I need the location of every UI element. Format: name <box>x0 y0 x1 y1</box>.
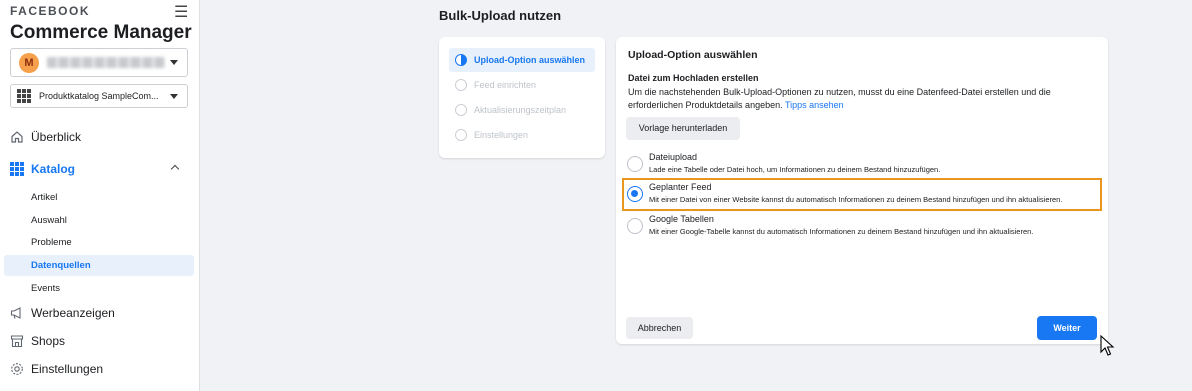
shop-icon <box>10 335 24 348</box>
nav-ads-label: Werbeanzeigen <box>31 306 115 320</box>
catalog-icon <box>10 162 24 176</box>
chevron-up-icon[interactable] <box>170 164 180 174</box>
step-circle-icon <box>455 79 467 91</box>
tips-link[interactable]: Tipps ansehen <box>785 100 844 110</box>
nav-catalog[interactable]: Katalog <box>10 158 75 180</box>
step-label: Aktualisierungszeitplan <box>474 105 567 115</box>
option-file-upload[interactable]: Dateiupload Lade eine Tabelle oder Datei… <box>627 150 1097 178</box>
nav-settings[interactable]: Einstellungen <box>10 358 103 380</box>
step-circle-icon <box>455 129 467 141</box>
nav-ads[interactable]: Werbeanzeigen <box>10 302 115 324</box>
catalog-name: Produktkatalog SampleCom... <box>39 91 159 101</box>
sidebar-item-artikel[interactable]: Artikel <box>4 187 194 208</box>
app-title: Commerce Manager <box>10 22 192 43</box>
step-label: Einstellungen <box>474 130 529 140</box>
megaphone-icon <box>10 307 21 319</box>
business-avatar: M <box>19 53 39 73</box>
caret-down-icon <box>170 94 178 99</box>
page-title: Bulk-Upload nutzen <box>439 8 562 23</box>
sidebar-item-datenquellen[interactable]: Datenquellen <box>4 255 194 276</box>
radio-file-upload[interactable] <box>627 156 643 172</box>
option-label: Google Tabellen <box>649 214 714 224</box>
brand-logo: FACEBOOK <box>10 4 91 18</box>
sidebar-item-probleme[interactable]: Probleme <box>4 232 194 253</box>
nav-shops[interactable]: Shops <box>10 330 65 352</box>
catalog-grid-icon <box>17 89 31 103</box>
sidebar-item-auswahl[interactable]: Auswahl <box>4 210 194 231</box>
option-google-sheets[interactable]: Google Tabellen Mit einer Google-Tabelle… <box>627 212 1097 240</box>
nav-catalog-label: Katalog <box>31 162 76 176</box>
step-label: Upload-Option auswählen <box>474 55 586 65</box>
nav-overview-label: Überblick <box>31 130 82 144</box>
catalog-selector[interactable]: Produktkatalog SampleCom... <box>10 84 188 108</box>
section-title: Datei zum Hochladen erstellen <box>628 73 759 83</box>
business-name-blurred <box>47 57 165 68</box>
step-label: Feed einrichten <box>474 80 537 90</box>
nav-shops-label: Shops <box>31 334 66 348</box>
step-upload-option[interactable]: Upload-Option auswählen <box>449 48 595 72</box>
sidebar: FACEBOOK ☰ Commerce Manager M Produktkat… <box>0 0 200 391</box>
step-settings: Einstellungen <box>449 123 595 147</box>
mouse-cursor-icon <box>1100 335 1115 356</box>
sidebar-item-events[interactable]: Events <box>4 278 194 299</box>
step-progress-icon <box>455 54 467 66</box>
radio-google-sheets[interactable] <box>627 218 643 234</box>
gear-icon <box>11 363 23 375</box>
next-button[interactable]: Weiter <box>1037 316 1097 340</box>
home-icon <box>11 131 23 143</box>
step-schedule: Aktualisierungszeitplan <box>449 98 595 122</box>
option-description: Mit einer Google-Tabelle kannst du autom… <box>649 227 1034 236</box>
step-feed-setup: Feed einrichten <box>449 73 595 97</box>
business-selector[interactable]: M <box>10 48 188 77</box>
steps-card: Upload-Option auswählen Feed einrichten … <box>439 37 605 158</box>
section-description: Um die nachstehenden Bulk-Upload-Optione… <box>628 86 1068 112</box>
highlight-box <box>622 178 1102 211</box>
caret-down-icon <box>170 60 178 65</box>
option-description: Lade eine Tabelle oder Datei hoch, um In… <box>649 165 941 174</box>
option-label: Dateiupload <box>649 152 698 162</box>
card-title: Upload-Option auswählen <box>628 49 758 61</box>
menu-icon[interactable]: ☰ <box>174 2 188 22</box>
cancel-button[interactable]: Abbrechen <box>626 317 693 339</box>
nav-settings-label: Einstellungen <box>31 362 104 376</box>
nav-overview[interactable]: Überblick <box>10 126 81 148</box>
download-template-button[interactable]: Vorlage herunterladen <box>626 117 740 140</box>
step-circle-icon <box>455 104 467 116</box>
